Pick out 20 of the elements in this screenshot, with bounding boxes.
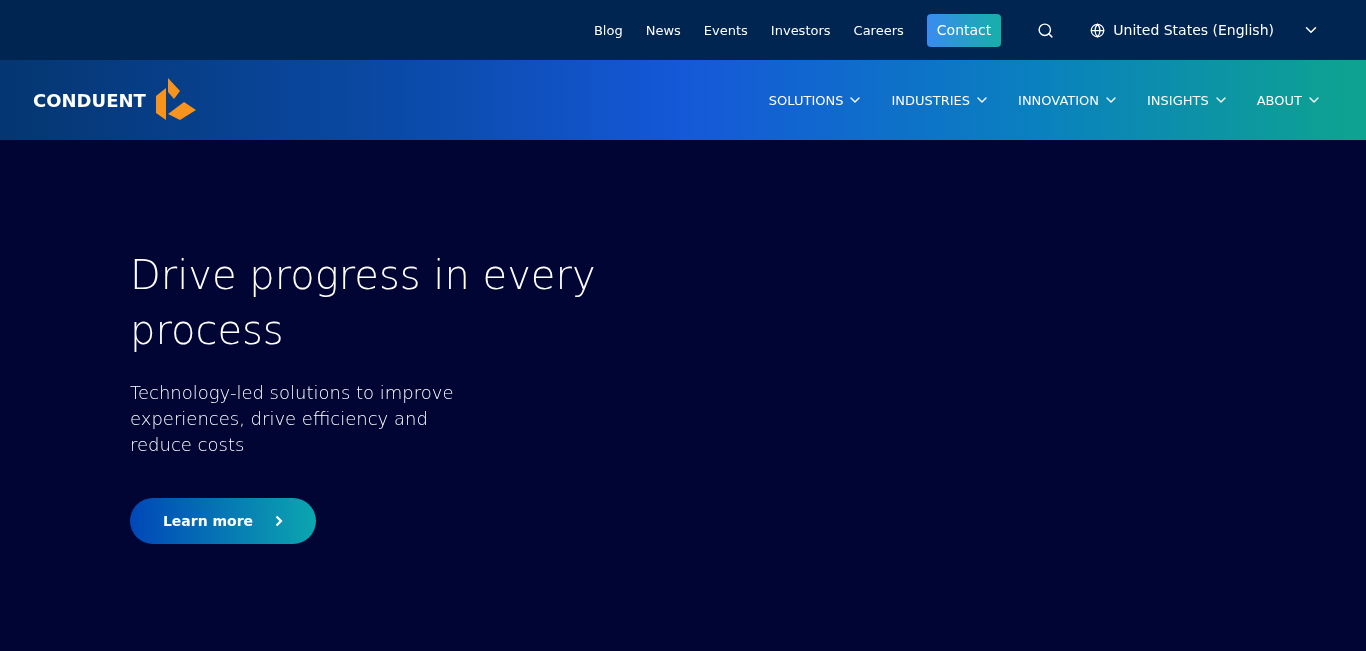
contact-button[interactable]: Contact: [926, 13, 1002, 47]
main-nav-item[interactable]: SOLUTIONS: [768, 92, 864, 108]
top-nav-link[interactable]: Investors: [770, 22, 831, 38]
logo-wordmark: CONDUENT: [33, 89, 146, 111]
top-nav-link[interactable]: Events: [703, 22, 748, 38]
chevron-right-icon: [275, 515, 284, 527]
learn-more-button[interactable]: Learn more: [130, 498, 316, 544]
top-nav-link[interactable]: Careers: [853, 22, 904, 38]
hero-subtitle: Technology-led solutions to improve experiences, drive efficiency and reduce costs: [130, 381, 455, 457]
globe-icon: [1090, 22, 1106, 38]
logo-icon: [153, 78, 198, 122]
main-nav-item[interactable]: INSIGHTS: [1147, 92, 1229, 108]
main-nav-item[interactable]: INNOVATION: [1018, 92, 1120, 108]
top-nav-link[interactable]: Blog: [593, 22, 623, 38]
hero-title: Drive progress in every process: [130, 251, 597, 355]
main-nav-item[interactable]: INDUSTRIES: [891, 92, 991, 108]
region-selector[interactable]: United States (English): [1084, 20, 1326, 40]
search-icon[interactable]: [1037, 21, 1055, 39]
main-nav-item[interactable]: ABOUT: [1256, 92, 1322, 108]
top-nav-link[interactable]: News: [645, 22, 681, 38]
